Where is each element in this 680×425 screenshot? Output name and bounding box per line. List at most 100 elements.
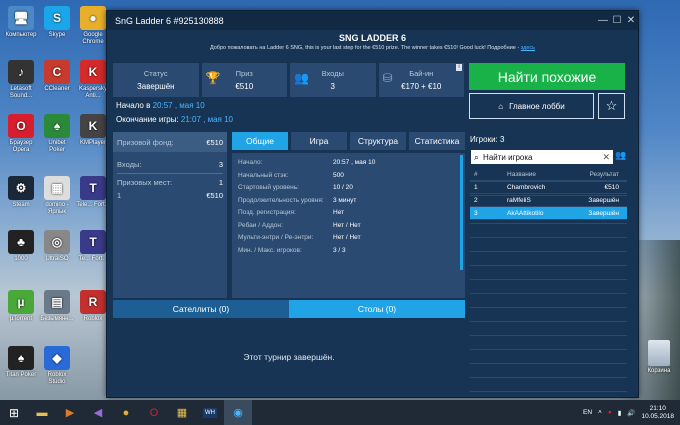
home-icon: ⌂ (498, 101, 504, 111)
clear-search-icon[interactable]: ✕ (602, 152, 610, 163)
tournament-title: SNG LADDER 6 (338, 33, 406, 43)
paid-places-value: 1 (218, 178, 223, 187)
title-bar[interactable]: SnG Ladder 6 #925130888 — ☐ ✕ (107, 11, 638, 30)
window-title: SnG Ladder 6 #925130888 (115, 15, 224, 26)
player-name: raMfeliS (507, 196, 531, 204)
desktop-icon[interactable]: S Skype (40, 6, 74, 39)
player-result: Завершён (588, 209, 619, 217)
players-icon: 👥 (294, 71, 309, 85)
desktop-icon-label: Letasoft Sound... (9, 86, 33, 99)
app-icon: ♣ (8, 230, 34, 254)
main-lobby-button[interactable]: ⌂ Главное лобби (469, 93, 594, 119)
table-row[interactable]: 2 raMfeliS Завершён (470, 194, 627, 207)
tab-statistics[interactable]: Статистика (409, 132, 465, 150)
taskbar-chrome[interactable]: ● (112, 400, 140, 425)
desktop-icon[interactable]: ● Google Chrome (76, 6, 110, 46)
desktop-icon-label: Roblox Studio (47, 372, 67, 385)
app-icon: T (80, 230, 106, 254)
desktop-icon[interactable]: ♪ Letasoft Sound... (4, 60, 38, 100)
stat-entries-value: 3 (330, 82, 335, 91)
desktop-icon[interactable]: ◆ Roblox Studio (40, 346, 74, 386)
col-number[interactable]: # (470, 171, 482, 178)
taskbar-opera[interactable]: O (140, 400, 168, 425)
detail-row: Продолжительность уровня: 3 минут (238, 197, 465, 205)
tab-general[interactable]: Общие (232, 132, 288, 150)
player-search[interactable]: ⌕ Найти игрока ✕ (471, 150, 613, 164)
desktop-icon-label: Steam (12, 202, 30, 208)
desktop-icon[interactable]: ◎ UltraISO (40, 230, 74, 263)
poker-client-icon: ◉ (233, 407, 243, 419)
entries-value: 3 (218, 160, 223, 169)
info-icon[interactable]: i (456, 64, 462, 71)
desktop-icon[interactable]: ♣ 1000 (4, 230, 38, 263)
start-time-label: Начало в (116, 101, 151, 110)
start-button[interactable]: ⊞ (0, 400, 28, 425)
desktop-icon[interactable]: K KMPlayer (76, 114, 110, 147)
desktop-icon-label: Компьютер (5, 32, 37, 38)
clock-time: 21:10 (649, 404, 666, 412)
desktop-icon[interactable]: T Tele... Fort... (76, 176, 110, 209)
desktop-icon-label: Tele... Fort... (76, 202, 110, 208)
col-name[interactable]: Название (482, 171, 562, 178)
volume-icon[interactable]: 🔊 (627, 409, 635, 417)
desktop-icon[interactable]: O Браузер Opera (4, 114, 38, 154)
trophy-icon: 🏆 (205, 71, 221, 85)
tab-satellites[interactable]: Сателлиты (0) (113, 300, 289, 318)
payout-row: 1 €510 (113, 189, 227, 202)
desktop-icon[interactable]: 🖥 Компьютер (4, 6, 38, 39)
find-similar-button[interactable]: Найти похожие (469, 63, 625, 90)
desktop-icon[interactable]: C CCleaner (40, 60, 74, 93)
paid-places-row: Призовых мест: 1 (113, 176, 227, 189)
desktop-icon[interactable]: ▤ Безымянн... (40, 290, 74, 323)
details-link[interactable]: здесь (521, 45, 535, 51)
desktop-icon-label: Google Chrome (82, 32, 104, 45)
stat-status: Статус Завершён (113, 63, 199, 97)
desktop-icon[interactable]: R Roblox (76, 290, 110, 323)
close-button[interactable]: ✕ (624, 15, 638, 26)
desktop-icon[interactable]: µ µTorrent (4, 290, 38, 323)
network-icon[interactable]: ▮ (618, 409, 622, 417)
detail-row: Мульти-энтри / Ре-энтри: Нет / Нет (238, 234, 465, 242)
desktop-icon[interactable]: T Te... Fort... (76, 230, 110, 263)
desktop-icon[interactable]: K Kaspersky Anti... (76, 60, 110, 100)
player-name: Chambrovich (507, 183, 546, 191)
taskbar-media[interactable]: ▶ (56, 400, 84, 425)
stat-status-label: Статус (143, 69, 168, 78)
minimize-button[interactable]: — (596, 15, 610, 26)
opera-tray-icon[interactable]: ● (608, 409, 612, 416)
stat-status-value: Завершён (136, 82, 175, 91)
taskbar-poker-client[interactable]: ◉ (224, 400, 252, 425)
taskbar-williamhill[interactable]: WH (196, 400, 224, 425)
desktop-icon[interactable]: ♠ Titan Poker (4, 346, 38, 379)
add-player-icon[interactable]: 👥 (615, 150, 627, 164)
app-icon: ◆ (44, 346, 70, 370)
tab-structure[interactable]: Структура (350, 132, 406, 150)
detail-value: 20:57 , мая 10 (333, 159, 376, 166)
favorite-button[interactable]: ☆ (598, 93, 625, 119)
tray-chevron-icon[interactable]: ˄ (598, 409, 602, 416)
table-row[interactable]: 1 Chambrovich €510 (470, 181, 627, 194)
payout-place: 1 (117, 191, 122, 200)
desktop-icon[interactable]: ♠ Unibet Poker (40, 114, 74, 154)
col-result[interactable]: Результат (562, 171, 627, 178)
recycle-bin[interactable]: Корзина (640, 340, 678, 374)
language-indicator[interactable]: EN (583, 409, 592, 416)
tab-tables[interactable]: Столы (0) (289, 300, 465, 318)
details-scrollbar[interactable] (460, 155, 463, 270)
taskbar-explorer[interactable]: ▬ (28, 400, 56, 425)
taskbar-files[interactable]: ▦ (168, 400, 196, 425)
detail-value: 500 (333, 171, 344, 179)
taskbar-vs[interactable]: ◀ (84, 400, 112, 425)
maximize-button[interactable]: ☐ (610, 15, 624, 26)
end-time-row: Окончание игры: 21:07 , мая 10 (116, 113, 233, 127)
desktop-icon[interactable]: ▦ domino - Ярлык (40, 176, 74, 216)
stat-prize-label: Приз (235, 69, 253, 78)
visual-studio-icon: ◀ (93, 407, 103, 419)
desktop-icon-label: Roblox (83, 316, 103, 322)
tab-game[interactable]: Игра (291, 132, 347, 150)
table-row[interactable]: 3 AkAAttikotilo Завершён (470, 207, 627, 220)
clock[interactable]: 21:10 10.05.2018 (641, 405, 674, 421)
player-search-input[interactable]: Найти игрока (483, 153, 532, 162)
desktop-icon[interactable]: ⚙ Steam (4, 176, 38, 209)
entries-row: Входы: 3 (113, 158, 227, 171)
